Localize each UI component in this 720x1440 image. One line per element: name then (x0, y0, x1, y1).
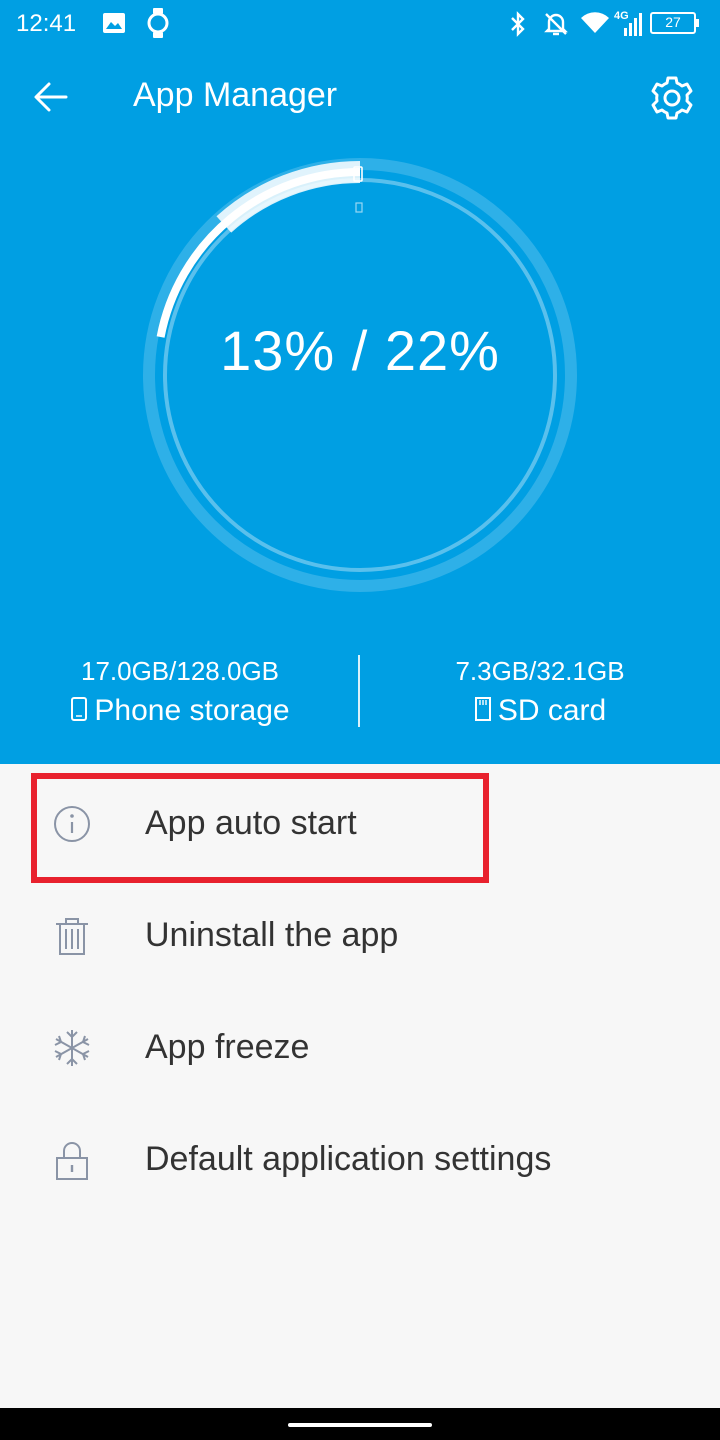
wifi-icon (580, 11, 610, 40)
gallery-icon (101, 10, 127, 41)
status-bar: 12:41 4G 27 (0, 0, 720, 48)
page-title: App Manager (133, 76, 338, 114)
bluetooth-icon (508, 10, 528, 43)
sd-card-icon (474, 697, 491, 721)
settings-button[interactable] (644, 70, 700, 126)
battery-level: 27 (665, 14, 681, 30)
highlight-box (31, 773, 489, 883)
signal-icon: 4G (612, 8, 646, 43)
menu-item-label: Uninstall the app (145, 916, 399, 954)
menu-item-app-freeze[interactable]: App freeze (0, 990, 720, 1102)
phone-storage-label: Phone storage (94, 694, 290, 727)
phone-storage-label-row: Phone storage (0, 687, 360, 735)
back-arrow-icon (34, 82, 68, 112)
mute-icon (542, 10, 570, 43)
menu-item-label: App freeze (145, 1028, 310, 1066)
network-label: 4G (614, 10, 629, 22)
sd-storage-value: 7.3GB/32.1GB (455, 656, 625, 686)
menu-item-label: Default application settings (145, 1140, 552, 1178)
back-button[interactable] (22, 70, 78, 126)
trash-icon (56, 918, 88, 955)
battery-icon: 27 (650, 12, 702, 34)
watch-icon (145, 7, 171, 44)
home-gesture-handle[interactable] (288, 1423, 432, 1427)
snowflake-icon (54, 1030, 90, 1066)
phone-storage-block: 17.0GB/128.0GB Phone storage (0, 655, 360, 735)
ring-sd-marker-icon (355, 202, 363, 213)
lock-icon (56, 1142, 88, 1180)
sd-storage-label-row: SD card (360, 687, 720, 735)
gear-icon (651, 76, 693, 120)
storage-percent: 13% / 22% (220, 319, 500, 382)
sd-storage-label: SD card (497, 694, 607, 727)
status-time: 12:41 (16, 10, 77, 37)
nav-bar (0, 1408, 720, 1440)
menu-item-default-app-settings[interactable]: Default application settings (0, 1102, 720, 1214)
sd-storage-block: 7.3GB/32.1GB SD card (360, 655, 720, 735)
phone-icon (71, 697, 88, 721)
menu-item-uninstall[interactable]: Uninstall the app (0, 878, 720, 990)
phone-storage-value: 17.0GB/128.0GB (80, 656, 280, 686)
storage-header: 12:41 4G 27 App Manager 13% / 22% 17.0GB… (0, 0, 720, 764)
